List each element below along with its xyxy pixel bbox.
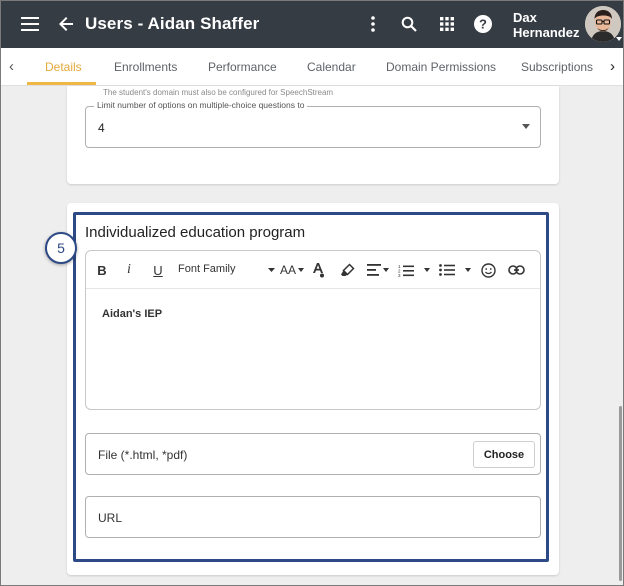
tab-subscriptions[interactable]: Subscriptions: [521, 60, 593, 74]
align-caret-icon[interactable]: [382, 261, 390, 279]
italic-button[interactable]: i: [123, 261, 135, 279]
font-size-button[interactable]: AA: [278, 261, 298, 279]
page-title: Users - Aidan Shaffer: [85, 14, 260, 33]
svg-text:3: 3: [398, 273, 401, 277]
caret-down-icon[interactable]: [616, 37, 622, 41]
app-bar: Users - Aidan Shaffer ? Dax Hernandez: [1, 1, 623, 48]
font-size-caret-icon[interactable]: [298, 261, 304, 279]
numbered-list-icon[interactable]: 123: [397, 261, 415, 279]
highlighter-icon[interactable]: [339, 261, 355, 279]
scrollbar[interactable]: [619, 406, 622, 581]
bullet-list-caret-icon[interactable]: [464, 261, 472, 279]
helper-text: The student's domain must also be config…: [103, 88, 334, 97]
tab-bar: ‹ Details Enrollments Performance Calend…: [1, 48, 623, 86]
tab-scroll-right-icon[interactable]: ›: [610, 58, 615, 75]
help-icon[interactable]: ?: [471, 12, 495, 36]
apps-grid-icon[interactable]: [435, 12, 459, 36]
emoji-icon[interactable]: [480, 261, 496, 279]
active-tab-indicator: [27, 82, 96, 85]
editor-content: Aidan's IEP: [102, 308, 163, 320]
svg-text:?: ?: [479, 17, 487, 32]
align-icon[interactable]: [366, 261, 382, 279]
more-vert-icon[interactable]: [361, 12, 385, 36]
font-family-select[interactable]: Font Family: [178, 263, 235, 275]
app-window: Users - Aidan Shaffer ? Dax Hernandez ‹ …: [0, 0, 624, 586]
search-icon[interactable]: [397, 12, 421, 36]
editor-toolbar: B i U Font Family AA 12 3: [86, 251, 540, 289]
link-icon[interactable]: [507, 261, 525, 279]
limit-options-value: 4: [98, 121, 105, 135]
user-name[interactable]: Dax Hernandez: [513, 10, 579, 40]
tab-domain-permissions[interactable]: Domain Permissions: [386, 60, 496, 74]
limit-options-label: Limit number of options on multiple-choi…: [94, 100, 308, 110]
bullet-list-icon[interactable]: [438, 261, 456, 279]
step-badge: 5: [45, 232, 77, 264]
tab-details[interactable]: Details: [45, 60, 82, 74]
section-title: Individualized education program: [85, 224, 306, 241]
tab-scroll-left-icon[interactable]: ‹: [9, 58, 14, 75]
choose-button[interactable]: Choose: [473, 441, 535, 468]
underline-button[interactable]: U: [151, 261, 165, 279]
file-placeholder: File (*.html, *pdf): [98, 448, 188, 462]
bold-button[interactable]: B: [95, 261, 109, 279]
limit-options-select[interactable]: Limit number of options on multiple-choi…: [85, 100, 541, 148]
url-input[interactable]: URL: [85, 496, 541, 538]
tab-performance[interactable]: Performance: [208, 60, 277, 74]
menu-icon[interactable]: [18, 12, 42, 36]
file-field[interactable]: File (*.html, *pdf) Choose: [85, 433, 541, 475]
font-color-icon[interactable]: [310, 261, 326, 279]
tab-calendar[interactable]: Calendar: [307, 60, 356, 74]
numbered-list-caret-icon[interactable]: [423, 261, 431, 279]
back-arrow-icon[interactable]: [54, 12, 78, 36]
dropdown-caret-icon: [522, 124, 530, 129]
font-family-caret-icon[interactable]: [267, 261, 275, 279]
tab-enrollments[interactable]: Enrollments: [114, 60, 177, 74]
url-placeholder: URL: [98, 511, 123, 525]
rich-text-editor[interactable]: B i U Font Family AA 12 3 Aidan's IEP: [85, 250, 541, 410]
